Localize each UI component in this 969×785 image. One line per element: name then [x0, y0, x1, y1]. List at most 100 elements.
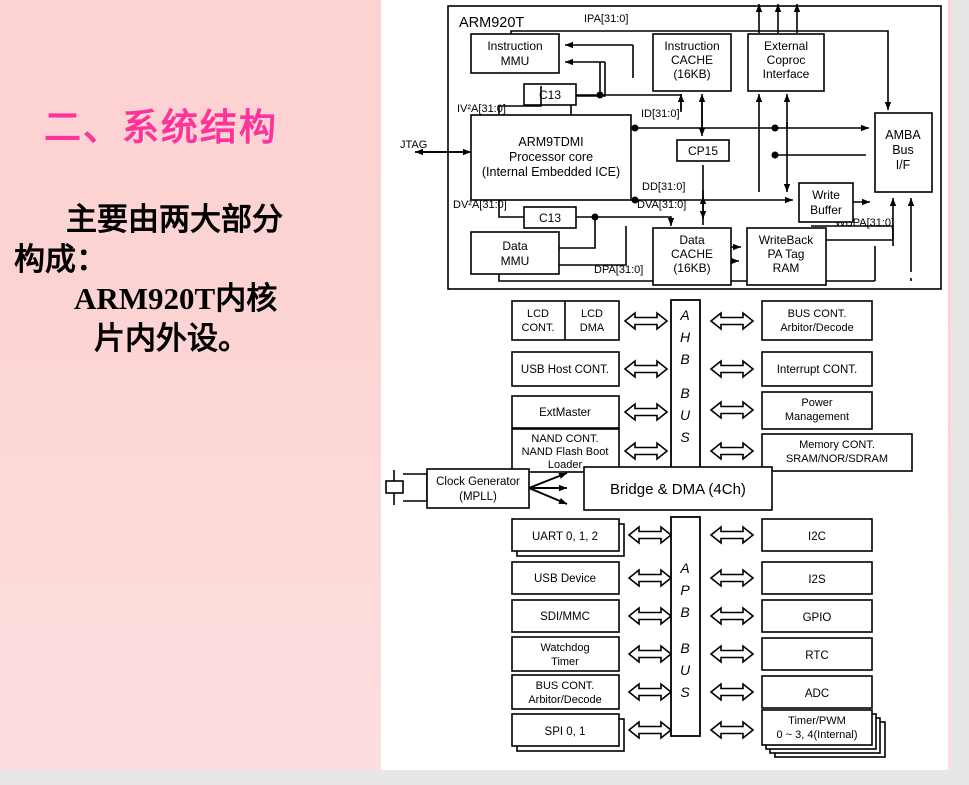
svg-text:Coproc: Coproc — [767, 53, 806, 67]
svg-text:BUS CONT.: BUS CONT. — [536, 680, 595, 692]
svg-text:Management: Management — [785, 411, 849, 423]
apb-right-block-adc: ADC — [761, 675, 873, 709]
block-arm9tdmi-processor-core: ARM9TDMI Processor core (Internal Embedd… — [470, 114, 632, 201]
ahb-right-block-power-management: Power Management — [761, 391, 873, 430]
svg-text:C13: C13 — [539, 211, 561, 225]
block-instruction-cache: Instruction CACHE (16KB) — [652, 33, 732, 92]
svg-text:BUS CONT.: BUS CONT. — [788, 308, 847, 320]
svg-text:I2S: I2S — [808, 574, 826, 586]
ahb-letter-b2: B — [680, 385, 689, 401]
svg-text:PA Tag: PA Tag — [768, 247, 805, 261]
svg-text:RTC: RTC — [805, 650, 828, 662]
svg-text:SPI 0, 1: SPI 0, 1 — [545, 726, 586, 738]
soc-block-diagram: ARM920T IPA[31:0] IV²A[31:0] ID[31:0] JT… — [381, 0, 948, 770]
label-jtag: JTAG — [400, 139, 427, 151]
apb-left-block-watchdog-timer: Watchdog Timer — [511, 636, 620, 672]
svg-text:Interrupt CONT.: Interrupt CONT. — [777, 364, 858, 376]
ahb-letter-h: H — [680, 329, 691, 345]
svg-text:ARM9TDMI: ARM9TDMI — [518, 135, 583, 149]
svg-text:Clock Generator: Clock Generator — [436, 476, 520, 488]
apb-letter-u: U — [680, 662, 691, 678]
block-external-coproc-interface: External Coproc Interface — [747, 33, 825, 92]
apb-left-block-bus-cont: BUS CONT. Arbitor/Decode — [511, 674, 620, 710]
svg-text:0 ~ 3, 4(Internal): 0 ~ 3, 4(Internal) — [776, 729, 857, 741]
ahb-right-block-bus-cont: BUS CONT. Arbitor/Decode — [761, 300, 873, 341]
slide-gutter-bottom — [0, 770, 969, 785]
apb-left-block-sdi-mmc: SDI/MMC — [511, 599, 620, 633]
block-clock-generator: Clock Generator (MPLL) — [426, 468, 530, 509]
svg-text:NAND Flash Boot: NAND Flash Boot — [522, 446, 609, 458]
apb-letter-p: P — [680, 582, 690, 598]
svg-text:Watchdog: Watchdog — [540, 642, 589, 654]
svg-text:ADC: ADC — [805, 688, 829, 700]
svg-text:C13: C13 — [539, 88, 561, 102]
label-ipa: IPA[31:0] — [584, 13, 628, 25]
svg-text:USB Device: USB Device — [534, 573, 596, 585]
ahb-left-block-nand: NAND CONT. NAND Flash Boot Loader — [511, 428, 620, 473]
svg-text:Arbitor/Decode: Arbitor/Decode — [780, 322, 853, 334]
apb-right-block-timer-pwm: Timer/PWM 0 ~ 3, 4(Internal) — [761, 709, 886, 758]
svg-text:AMBA: AMBA — [885, 128, 921, 142]
label-id: ID[31:0] — [641, 108, 680, 120]
svg-text:Loader: Loader — [548, 459, 583, 471]
svg-text:ExtMaster: ExtMaster — [539, 407, 591, 419]
apb-left-block-usb-device: USB Device — [511, 561, 620, 595]
diagram-svg: ARM920T IPA[31:0] IV²A[31:0] ID[31:0] JT… — [381, 0, 948, 770]
svg-text:Buffer: Buffer — [810, 203, 842, 217]
apb-right-block-rtc: RTC — [761, 637, 873, 671]
ahb-right-block-memory-cont: Memory CONT. SRAM/NOR/SDRAM — [761, 433, 913, 472]
block-bridge-dma: Bridge & DMA (4Ch) — [583, 466, 773, 511]
svg-text:Instruction: Instruction — [487, 39, 542, 53]
body-line-1: 主要由两大部分 — [66, 202, 283, 237]
block-cp15: CP15 — [676, 139, 730, 162]
svg-text:CACHE: CACHE — [671, 53, 713, 67]
svg-text:LCD: LCD — [581, 308, 603, 320]
ahb-left-block-extmaster: ExtMaster — [511, 395, 620, 429]
slide-gutter-right — [951, 0, 969, 770]
apb-left-block-uart: UART 0, 1, 2 — [511, 518, 625, 557]
svg-text:(MPLL): (MPLL) — [459, 491, 497, 503]
block-instruction-mmu: Instruction MMU — [470, 33, 560, 74]
label-dd: DD[31:0] — [642, 181, 685, 193]
apb-letter-b: B — [680, 604, 689, 620]
svg-text:CACHE: CACHE — [671, 247, 713, 261]
svg-text:MMU: MMU — [501, 254, 530, 268]
ahb-left-block-lcd: LCD CONT. LCD DMA — [511, 300, 620, 341]
block-data-cache: Data CACHE (16KB) — [652, 227, 732, 286]
apb-right-block-i2c: I2C — [761, 518, 873, 552]
page-title: 二、系统结构 — [44, 108, 278, 149]
svg-text:Write: Write — [812, 188, 840, 202]
svg-text:(Internal Embedded ICE): (Internal Embedded ICE) — [482, 165, 620, 179]
svg-text:RAM: RAM — [773, 261, 800, 275]
svg-text:External: External — [764, 39, 808, 53]
apb-letter-s: S — [680, 684, 690, 700]
svg-text:Memory CONT.: Memory CONT. — [799, 439, 875, 451]
svg-text:Instruction: Instruction — [664, 39, 719, 53]
svg-text:Bus: Bus — [892, 143, 914, 157]
body-line-4: 片内外设。 — [94, 321, 249, 357]
svg-text:CP15: CP15 — [688, 144, 718, 158]
svg-text:I/F: I/F — [896, 158, 911, 172]
svg-text:UART 0, 1, 2: UART 0, 1, 2 — [532, 531, 598, 543]
block-data-mmu: Data MMU — [470, 231, 560, 275]
apb-bus-bar — [670, 516, 701, 737]
svg-text:USB Host CONT.: USB Host CONT. — [521, 364, 609, 376]
block-amba-bus-if: AMBA Bus I/F — [874, 112, 933, 193]
slide-body-text: 主要由两大部分 构成： ARM920T内核 片内外设。 — [14, 200, 374, 359]
svg-text:LCD: LCD — [527, 308, 549, 320]
svg-text:SRAM/NOR/SDRAM: SRAM/NOR/SDRAM — [786, 453, 888, 465]
svg-text:CONT.: CONT. — [522, 322, 555, 334]
ahb-letter-b: B — [680, 351, 689, 367]
svg-text:NAND CONT.: NAND CONT. — [531, 433, 598, 445]
block-write-buffer: Write Buffer — [798, 182, 854, 223]
svg-text:SDI/MMC: SDI/MMC — [540, 611, 590, 623]
apb-right-block-gpio: GPIO — [761, 599, 873, 633]
svg-text:MMU: MMU — [501, 54, 530, 68]
ahb-letter-a: A — [679, 307, 689, 323]
body-line-2: 构成： — [14, 241, 107, 277]
ahb-letter-s: S — [680, 429, 690, 445]
ahb-left-block-usb-host: USB Host CONT. — [511, 351, 620, 387]
svg-text:(16KB): (16KB) — [673, 261, 710, 275]
svg-text:WriteBack: WriteBack — [759, 233, 814, 247]
svg-text:Arbitor/Decode: Arbitor/Decode — [528, 694, 601, 706]
